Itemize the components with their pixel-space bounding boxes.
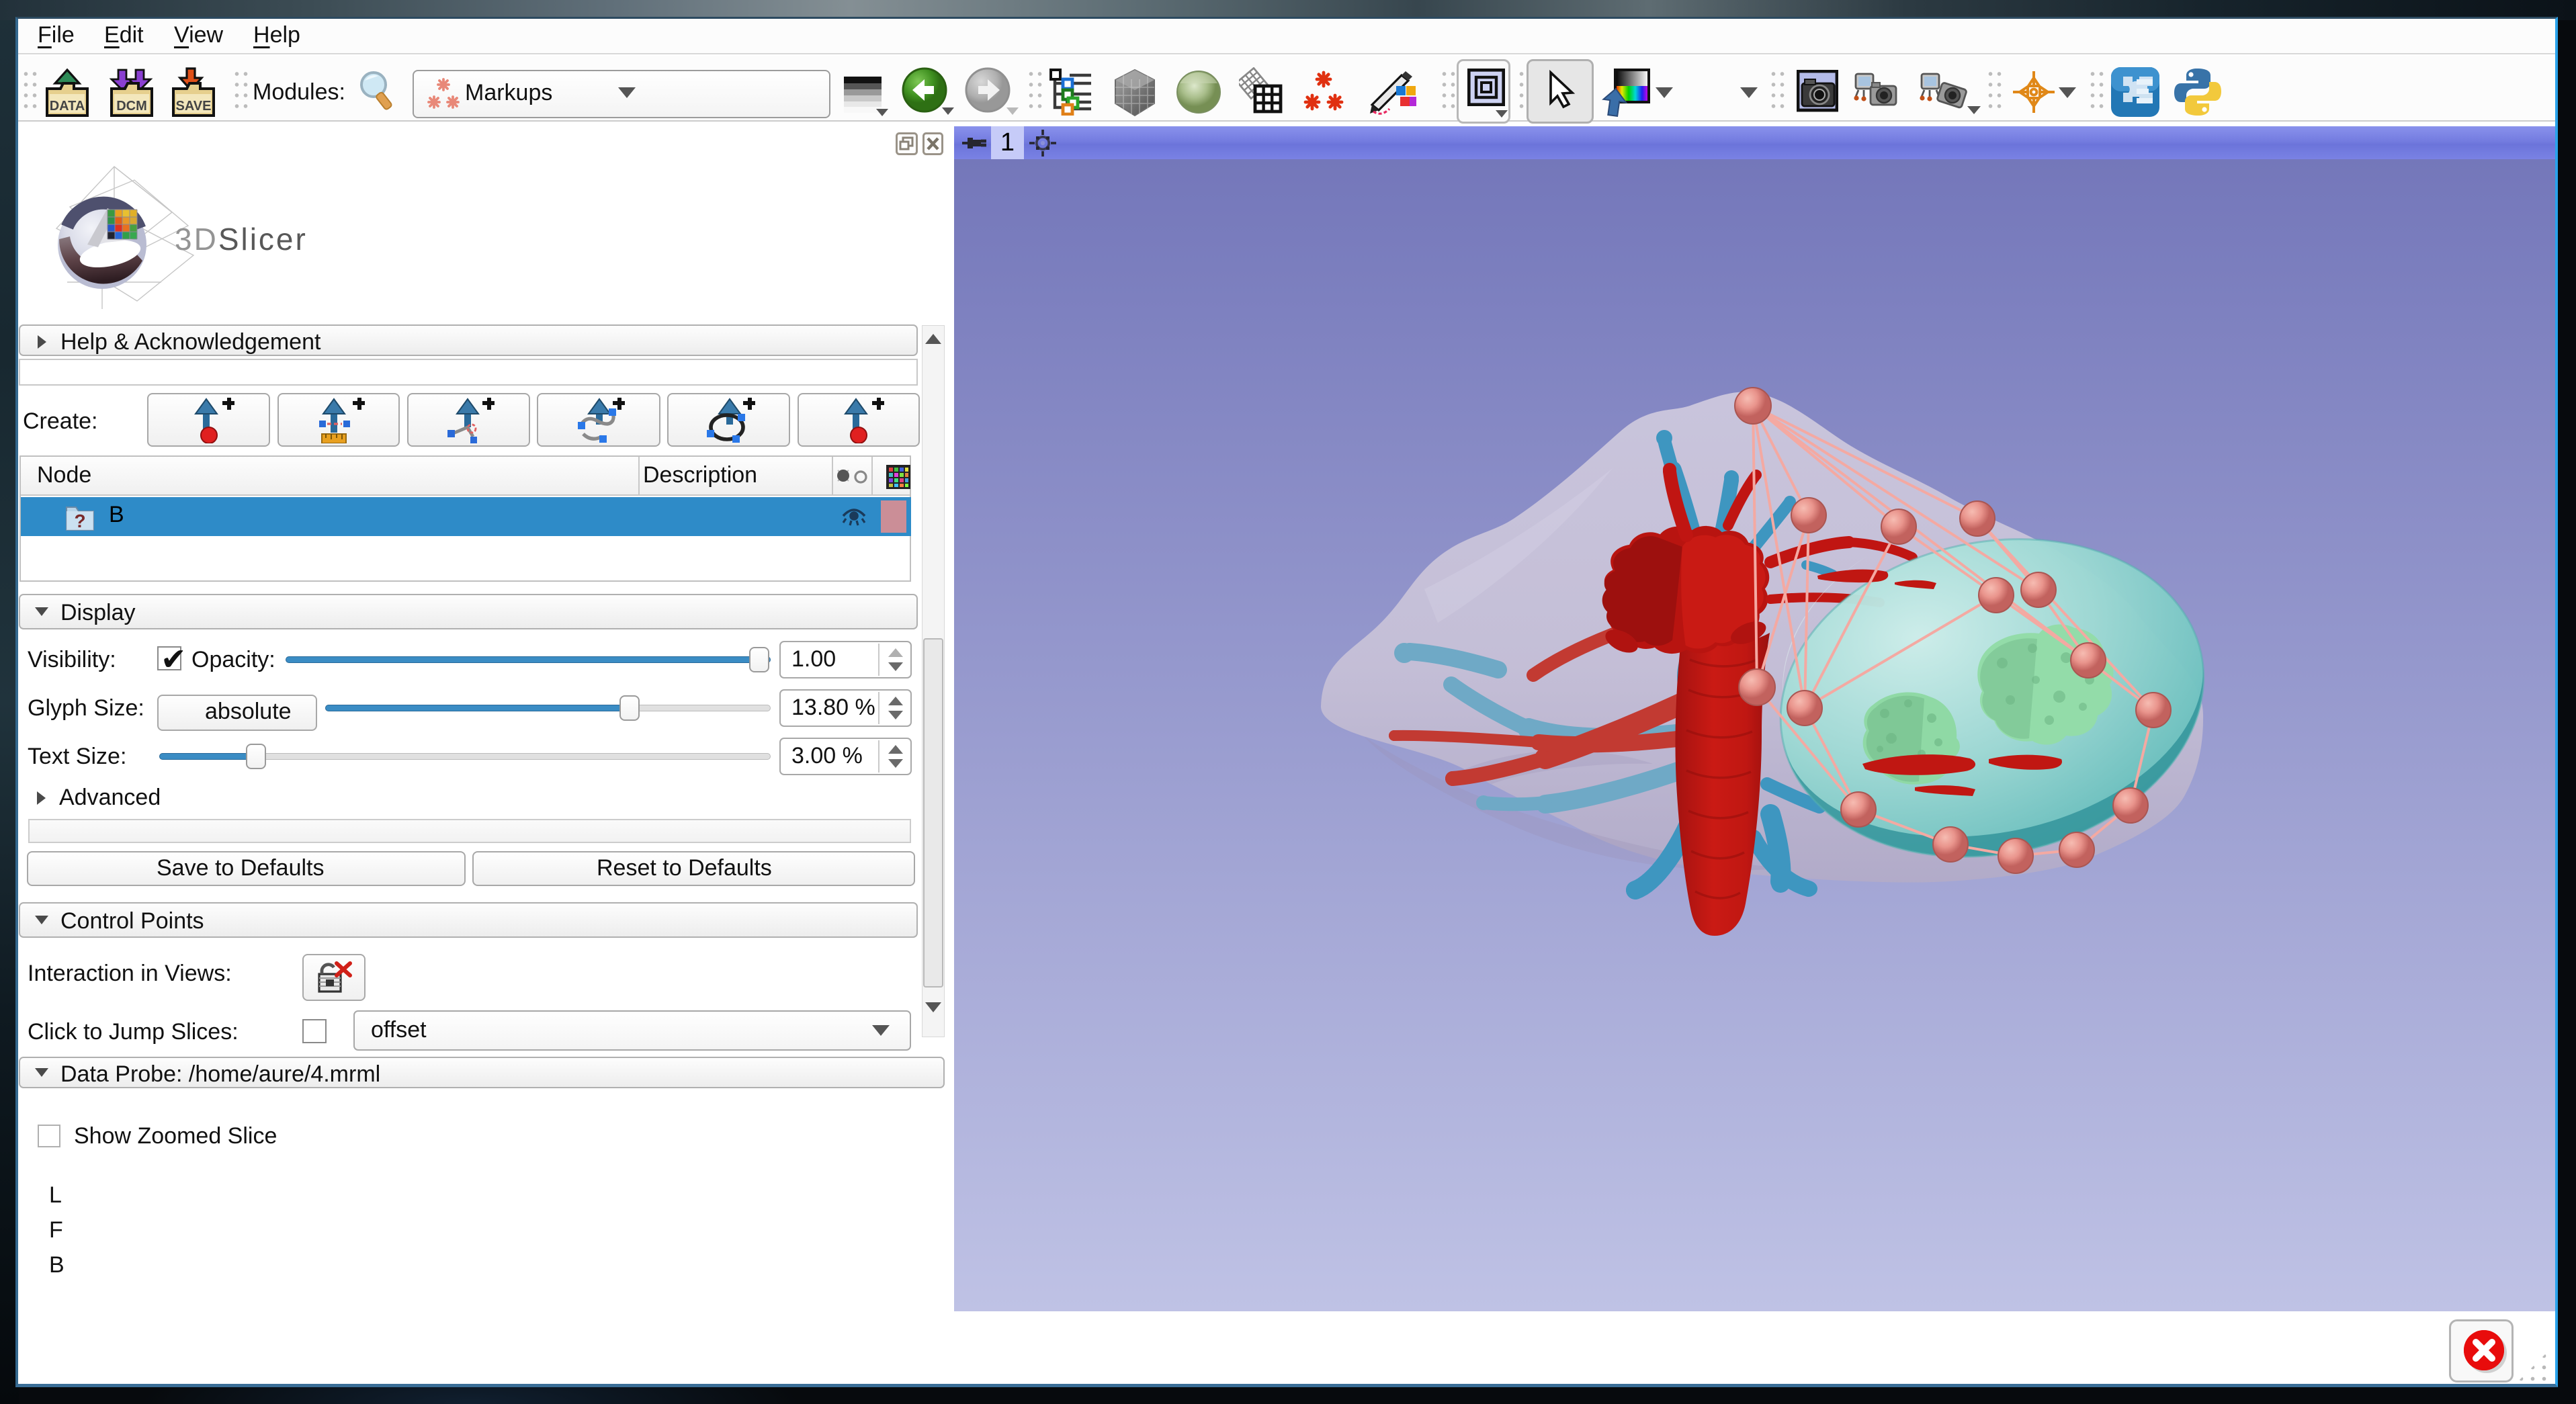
svg-text:3DSlicer: 3DSlicer	[175, 222, 308, 257]
svg-text:DATA: DATA	[50, 99, 85, 114]
svg-text:SAVE: SAVE	[176, 99, 212, 114]
svg-text:DCM: DCM	[116, 99, 147, 114]
svg-text:?: ?	[74, 511, 85, 531]
